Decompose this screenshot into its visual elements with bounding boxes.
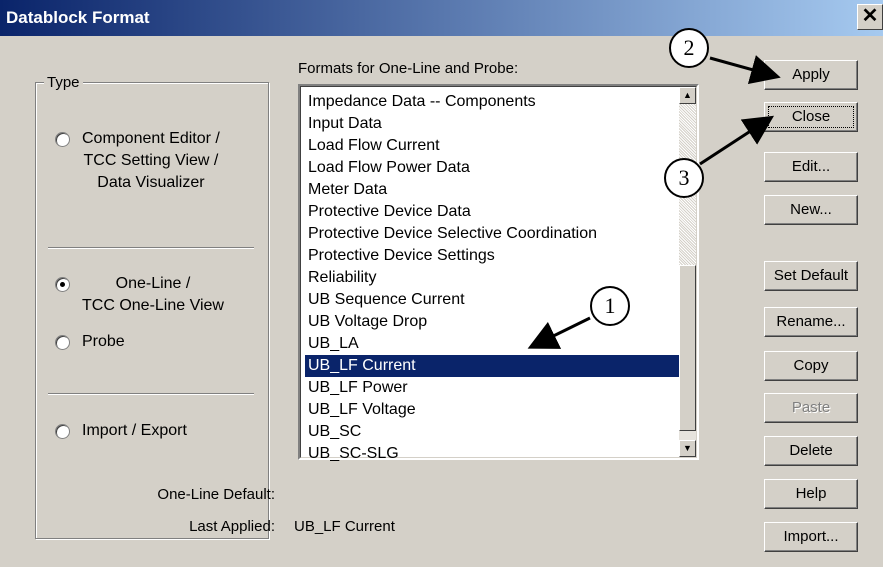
list-item[interactable]: Impedance Data -- Components [305,91,683,113]
radio-button-icon[interactable] [55,335,70,350]
set-default-button[interactable]: Set Default [764,261,858,291]
radio-one-line-label: One-Line / TCC One-Line View [82,275,224,314]
datablock-format-dialog: Datablock Format ✕ Type Component Editor… [0,0,883,567]
list-item[interactable]: Input Data [305,113,683,135]
radio-component-editor-label: Component Editor / TCC Setting View / Da… [82,130,220,191]
one-line-default-label: One-Line Default: [157,486,275,503]
close-button[interactable]: Close [764,102,858,132]
radio-button-icon[interactable] [55,132,70,147]
list-item[interactable]: Protective Device Selective Coordination [305,223,683,245]
radio-import-export[interactable]: Import / Export [55,420,187,442]
callout-2: 2 [669,28,709,68]
formats-list-label: Formats for One-Line and Probe: [298,60,519,77]
formats-listbox[interactable]: Impedance Data -- Components Input Data … [298,84,699,462]
callout-1: 1 [590,286,630,326]
radio-import-export-label: Import / Export [82,422,187,439]
list-item[interactable]: Meter Data [305,179,683,201]
list-item[interactable]: UB_SC-SLG [305,443,683,465]
delete-button[interactable]: Delete [764,436,858,466]
new-button[interactable]: New... [764,195,858,225]
scroll-thumb[interactable] [679,265,696,431]
list-item[interactable]: Load Flow Current [305,135,683,157]
last-applied-value: UB_LF Current [294,518,395,535]
radio-component-editor[interactable]: Component Editor / TCC Setting View / Da… [55,128,220,194]
list-item[interactable]: Protective Device Settings [305,245,683,267]
edit-button[interactable]: Edit... [764,152,858,182]
type-group-legend: Type [44,74,83,91]
last-applied-label: Last Applied: [189,518,275,535]
close-window-icon[interactable]: ✕ [857,4,883,30]
list-item[interactable]: UB_SC [305,421,683,443]
scroll-up-arrow-icon[interactable]: ▲ [679,87,696,104]
radio-probe[interactable]: Probe [55,331,125,353]
rename-button[interactable]: Rename... [764,307,858,337]
paste-button[interactable]: Paste [764,393,858,423]
list-item[interactable]: Protective Device Data [305,201,683,223]
radio-button-icon[interactable] [55,424,70,439]
copy-button[interactable]: Copy [764,351,858,381]
window-title: Datablock Format [6,8,150,27]
vertical-scrollbar[interactable]: ▲ ▼ [679,87,696,457]
list-item[interactable]: UB_LF Power [305,377,683,399]
list-item[interactable]: Reliability [305,267,683,289]
apply-button[interactable]: Apply [764,60,858,90]
formats-list-items: Impedance Data -- Components Input Data … [305,91,683,465]
callout-3: 3 [664,158,704,198]
list-item[interactable]: Load Flow Power Data [305,157,683,179]
import-button[interactable]: Import... [764,522,858,552]
listbox-frame: Impedance Data -- Components Input Data … [300,86,697,462]
separator [48,247,254,249]
separator [48,393,254,395]
title-bar[interactable]: Datablock Format ✕ [0,0,883,36]
radio-one-line[interactable]: One-Line / TCC One-Line View [55,273,224,317]
scroll-down-arrow-icon[interactable]: ▼ [679,440,696,457]
help-button[interactable]: Help [764,479,858,509]
list-item[interactable]: UB_LA [305,333,683,355]
radio-button-checked-icon[interactable] [55,277,70,292]
radio-probe-label: Probe [82,333,125,350]
list-item[interactable]: UB_LF Voltage [305,399,683,421]
list-item-selected[interactable]: UB_LF Current [305,355,683,377]
